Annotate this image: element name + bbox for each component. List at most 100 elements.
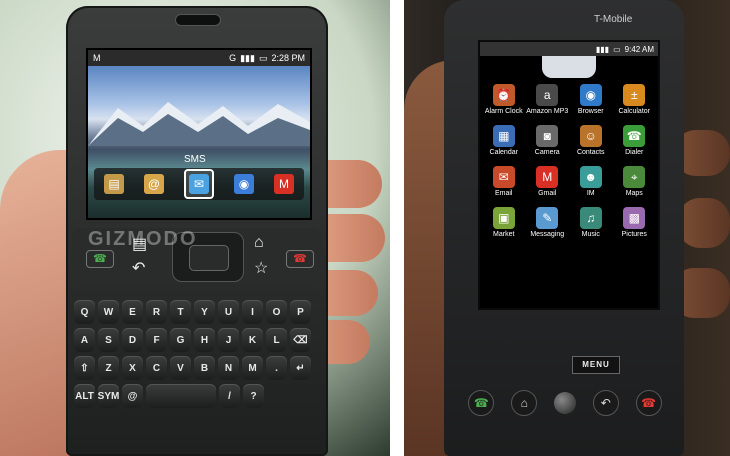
star-icon[interactable]: ☆ <box>254 258 268 278</box>
status-time: 2:28 PM <box>271 53 305 63</box>
key[interactable]: T <box>170 300 191 324</box>
app-drawer-handle[interactable] <box>542 56 596 78</box>
app-browser[interactable]: ◉ Browser <box>569 84 613 115</box>
keyboard-row: ALT SYM @ /? <box>74 384 322 408</box>
key[interactable]: Y <box>194 300 215 324</box>
key[interactable]: D <box>122 328 143 352</box>
key[interactable]: O <box>266 300 287 324</box>
market-icon: ▣ <box>492 207 515 229</box>
contacts-icon: ☺ <box>579 125 602 147</box>
app-pictures[interactable]: ▩ Pictures <box>613 207 657 238</box>
app-music[interactable]: ♫ Music <box>569 207 613 238</box>
call-button[interactable]: ☎ <box>468 390 495 416</box>
app-label: Market <box>493 231 515 238</box>
selected-app-label: SMS <box>184 154 206 165</box>
key[interactable]: A <box>74 328 95 352</box>
app-messaging[interactable]: ✎ Messaging <box>526 207 570 238</box>
key[interactable]: S <box>98 328 119 352</box>
key[interactable]: U <box>218 300 239 324</box>
end-call-button[interactable]: ☎ <box>635 390 662 416</box>
key[interactable]: R <box>146 300 167 324</box>
gmail-dock-item[interactable]: M <box>274 174 294 194</box>
browser-icon: ◉ <box>579 84 602 106</box>
music-icon: ♫ <box>579 207 602 229</box>
trackball[interactable] <box>553 392 576 414</box>
app-label: Messaging <box>530 231 565 238</box>
call-button[interactable]: ☎ <box>86 250 114 268</box>
app-label: IM <box>586 190 595 197</box>
folder-icon: ▤ <box>104 174 124 194</box>
app-label: Browser <box>577 108 604 115</box>
sms-dock-item[interactable]: ✉ <box>184 169 214 199</box>
key[interactable]: ↵ <box>290 356 311 380</box>
key[interactable]: ALT <box>74 384 95 408</box>
email-notification-icon: M <box>93 53 101 63</box>
gmail-icon: M <box>536 166 559 188</box>
left-photo: M G ▮▮▮ ▭ 2:28 PM SMS ▤ @ ✉ ◉ M ☎ ▤ ↶ ⌂ … <box>0 0 390 456</box>
key[interactable]: Z <box>98 356 119 380</box>
key[interactable]: G <box>170 328 191 352</box>
app-contacts[interactable]: ☺ Contacts <box>569 125 613 156</box>
key[interactable]: Q <box>74 300 95 324</box>
dialer-icon: ☎ <box>623 125 646 147</box>
key[interactable]: W <box>98 300 119 324</box>
app-label: Camera <box>534 149 560 156</box>
app-dialer[interactable]: ☎ Dialer <box>613 125 657 156</box>
back-icon[interactable]: ↶ <box>132 258 145 278</box>
battery-icon: ▭ <box>258 52 268 63</box>
key[interactable]: / <box>219 384 240 408</box>
key[interactable]: . <box>266 356 287 380</box>
key[interactable]: ⌫ <box>290 328 311 352</box>
app-email[interactable]: ✉ Email <box>482 166 526 197</box>
home-button[interactable]: ⌂ <box>511 390 538 416</box>
key[interactable]: M <box>242 356 263 380</box>
calculator-icon: ± <box>623 84 646 106</box>
globe-icon: ◉ <box>234 174 254 194</box>
globe-dock-item[interactable]: ◉ <box>234 174 254 194</box>
at-dock-item[interactable]: @ <box>144 174 164 194</box>
app-calendar[interactable]: ▦ Calendar <box>482 125 526 156</box>
app-camera[interactable]: ◙ Camera <box>526 125 570 156</box>
space-key[interactable] <box>146 384 216 408</box>
key[interactable]: C <box>146 356 167 380</box>
key[interactable]: H <box>194 328 215 352</box>
end-call-button[interactable]: ☎ <box>286 250 314 268</box>
key[interactable]: N <box>218 356 239 380</box>
key[interactable]: SYM <box>98 384 119 408</box>
key[interactable]: F <box>146 328 167 352</box>
app-calculator[interactable]: ± Calculator <box>613 84 657 115</box>
key[interactable]: B <box>194 356 215 380</box>
app-label: Email <box>494 190 513 197</box>
mountains <box>88 102 310 146</box>
maps-icon: ⌖ <box>623 166 646 188</box>
app-market[interactable]: ▣ Market <box>482 207 526 238</box>
app-label: Music <box>581 231 600 238</box>
key[interactable]: I <box>242 300 263 324</box>
app-im[interactable]: ☻ IM <box>569 166 613 197</box>
back-button[interactable]: ↶ <box>592 390 619 416</box>
touch-phone: T-Mobile ▮▮▮ ▭ 9:42 AM ⏰ Alarm Clock a Amaz… <box>444 0 684 456</box>
key[interactable]: X <box>122 356 143 380</box>
brand-logo: T-Mobile <box>594 14 633 25</box>
menu-button[interactable]: MENU <box>572 356 620 374</box>
key[interactable]: V <box>170 356 191 380</box>
key[interactable]: ? <box>243 384 264 408</box>
folder-dock-item[interactable]: ▤ <box>104 174 124 194</box>
key[interactable]: ⇧ <box>74 356 95 380</box>
app-alarm-clock[interactable]: ⏰ Alarm Clock <box>482 84 526 115</box>
key[interactable]: J <box>218 328 239 352</box>
app-amazon-mp3[interactable]: a Amazon MP3 <box>526 84 570 115</box>
key[interactable]: E <box>122 300 143 324</box>
app-maps[interactable]: ⌖ Maps <box>613 166 657 197</box>
key[interactable]: P <box>290 300 311 324</box>
status-time: 9:42 AM <box>624 44 654 54</box>
key[interactable]: K <box>242 328 263 352</box>
key[interactable]: @ <box>122 384 143 408</box>
home-icon[interactable]: ⌂ <box>254 234 264 252</box>
photo-collage: M G ▮▮▮ ▭ 2:28 PM SMS ▤ @ ✉ ◉ M ☎ ▤ ↶ ⌂ … <box>0 0 730 456</box>
phone-screen: M G ▮▮▮ ▭ 2:28 PM SMS ▤ @ ✉ ◉ M <box>86 48 312 220</box>
messaging-icon: ✎ <box>536 207 559 229</box>
key[interactable]: L <box>266 328 287 352</box>
app-gmail[interactable]: M Gmail <box>526 166 570 197</box>
earpiece <box>175 14 221 26</box>
